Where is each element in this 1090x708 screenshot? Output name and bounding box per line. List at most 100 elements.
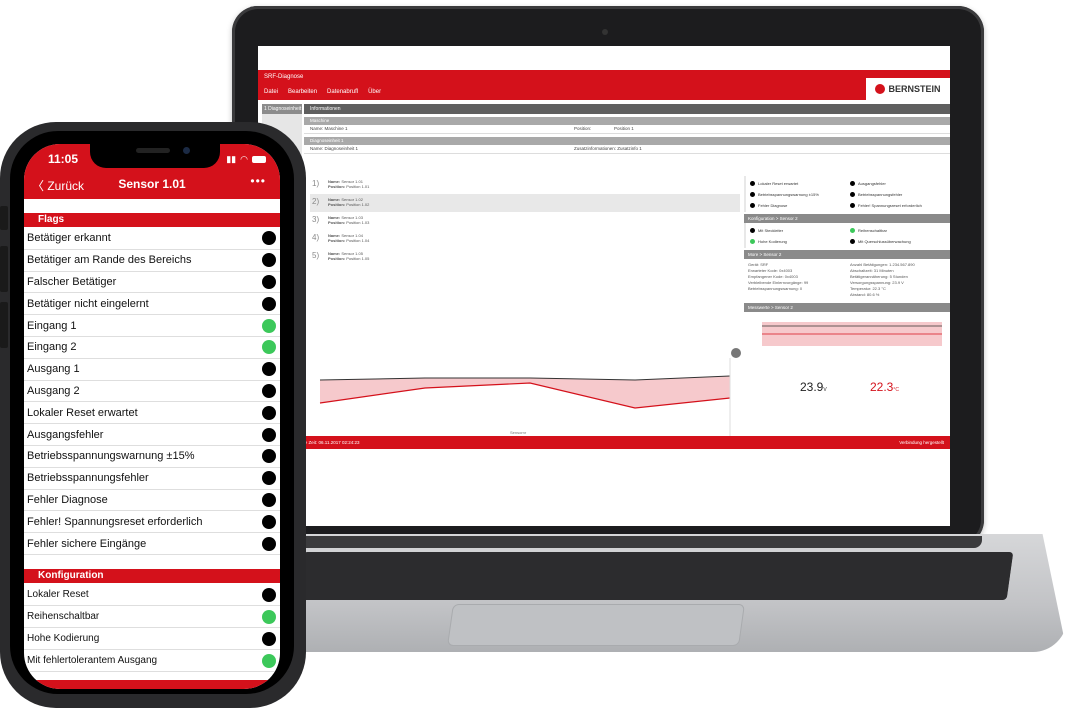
flag-item: Fehler! Spannungsreset erforderlich: [850, 201, 946, 209]
refresh-icon[interactable]: [731, 348, 741, 358]
list-item-label: Eingang 2: [27, 341, 77, 354]
list-item: Ausgang 1: [24, 359, 280, 381]
status-dot-icon: [262, 514, 276, 529]
phone-camera: [183, 147, 190, 154]
list-item-label: Lokaler Reset: [27, 589, 89, 600]
sensor-text: Name: Sensor 1.04 Position: Position 1.04: [328, 233, 369, 243]
status-dot-icon: [262, 318, 276, 333]
diagnoseinheit-name: Name: Diagnoseinheit 1: [310, 146, 359, 151]
laptop-hinge: [292, 536, 982, 548]
gauge-temp: 22.3°C: [870, 380, 899, 394]
sensor-position-label: Position:: [328, 220, 346, 225]
list-item: Ausgangsfehler: [24, 424, 280, 446]
laptop-keyboard: [296, 552, 1014, 600]
status-dot-icon: [850, 180, 855, 186]
list-item-label: Ausgangsfehler: [27, 428, 104, 441]
status-dot-icon: [750, 202, 755, 208]
status-dot-icon: [262, 274, 276, 289]
list-item-label: Ausgang 2: [27, 384, 80, 397]
sensor-flags-grid: Lokaler Reset erwartet Ausgangsfehler Betr…: [744, 176, 950, 212]
flags-list: Betätiger erkannt Betätiger am Rande des …: [24, 228, 280, 555]
konfig-list: Lokaler Reset Reihenschaltbar Hohe Kodieru…: [24, 584, 280, 672]
status-dot-icon: [262, 492, 276, 507]
status-dot-icon: [262, 653, 276, 668]
flag-label: Fehler! Spannungsreset erforderlich: [858, 202, 922, 208]
laptop-trackpad: [447, 604, 745, 646]
status-dot-icon: [262, 587, 276, 602]
diagnoseinheit-header: Diagnoseinheit 1: [304, 137, 950, 145]
more-icon[interactable]: •••: [250, 174, 266, 188]
menu-item-datenabruf[interactable]: Datenabrufl: [327, 89, 358, 95]
status-dot-icon: [262, 631, 276, 646]
flag-label: Mit Querschlussüberwachung: [858, 238, 911, 244]
battery-icon: [252, 156, 266, 163]
list-item: Reihenschaltbar: [24, 606, 280, 628]
status-icons: ▮▮ ◠: [226, 154, 266, 165]
flag-item: Mit Steckleiter: [750, 226, 846, 234]
flag-label: Mit Steckleiter: [758, 227, 784, 233]
sensor-position: Position 1.01: [346, 184, 370, 189]
phone-volume-down: [0, 302, 8, 348]
menubar: Datei Bearbeiten Datenabrufl Über: [258, 84, 950, 100]
gauge-voltage-unit: V: [823, 387, 827, 393]
sensor-position-label: Position:: [328, 184, 346, 189]
menu-item-ueber[interactable]: Über: [368, 89, 381, 95]
menu-item-datei[interactable]: Datei: [264, 89, 278, 95]
list-item: Betätiger erkannt: [24, 228, 280, 250]
list-item-label: Eingang 1: [27, 319, 77, 332]
list-item-label: Fehler Diagnose: [27, 493, 108, 506]
sensor-text: Name: Sensor 1.05 Position: Position 1.05: [328, 251, 369, 261]
list-item-label: Reihenschaltbar: [27, 611, 100, 622]
status-dot-icon: [262, 340, 276, 355]
chart-x-label: Sensornr: [510, 430, 527, 435]
list-item-label: Fehler sichere Eingänge: [27, 537, 147, 550]
status-dot-icon: [262, 609, 276, 624]
tab-diagnoseinheit-1[interactable]: 1 Diagnoseinheit 1: [262, 104, 302, 122]
sensor-text: Name: Sensor 1.01 Position: Position 1.01: [328, 179, 369, 189]
flag-label: Betriebsspannungsfehler: [858, 191, 903, 197]
list-item-label: Betätiger am Rande des Bereichs: [27, 254, 192, 267]
right-panel: Lokaler Reset erwartet Ausgangsfehler Betr…: [744, 176, 950, 402]
sensor-row[interactable]: 4) Name: Sensor 1.04 Position: Position 1.…: [310, 230, 740, 248]
list-item: Betätiger nicht eingelernt: [24, 293, 280, 316]
maschine-row: Name: Maschine 1 Position: Position 1: [304, 125, 950, 134]
list-item-label: Fehler! Spannungsreset erforderlich: [27, 515, 203, 528]
flag-label: Ausgangsfehler: [858, 180, 886, 186]
sensor-position: Position 1.02: [346, 202, 370, 207]
laptop-screen: SRF-Diagnose Datei Bearbeiten Datenabruf…: [258, 46, 950, 526]
flag-item: Reihenschaltbar: [850, 226, 946, 234]
list-item: Lokaler Reset erwartet: [24, 402, 280, 425]
list-item: Lokaler Reset: [24, 584, 280, 606]
phone-mute-switch: [0, 206, 8, 230]
flag-item: Fehler Diagnose: [750, 201, 846, 209]
sensor-row[interactable]: 3) Name: Sensor 1.03 Position: Position 1.…: [310, 212, 740, 230]
menu-item-bearbeiten[interactable]: Bearbeiten: [288, 89, 317, 95]
sensor-number: 1): [312, 179, 320, 188]
list-item-label: Lokaler Reset erwartet: [27, 406, 138, 419]
gauge-voltage-value: 23.9: [800, 380, 824, 394]
list-item: Ausgang 2: [24, 381, 280, 403]
status-dot-icon: [750, 227, 755, 233]
flag-item: Betriebsspannungswarnung ±15%: [750, 190, 846, 198]
bernstein-logo-icon: [875, 84, 886, 94]
maschine-name: Name: Maschine 1: [310, 126, 348, 131]
phone-speaker: [136, 148, 170, 153]
list-item: Betriebsspannungsfehler: [24, 468, 280, 490]
brand-logo: BERNSTEIN: [866, 78, 950, 100]
list-item: Eingang 1: [24, 315, 280, 337]
list-item-label: Falscher Betätiger: [27, 275, 117, 288]
sensor-row[interactable]: 2) Name: Sensor 1.02 Position: Position 1.…: [310, 194, 740, 212]
sensor-row[interactable]: 5) Name: Sensor 1.05 Position: Position 1.…: [310, 248, 740, 266]
konfig-header: Konfiguration > Sensor 2: [744, 214, 950, 223]
flags-header: Flags: [24, 213, 280, 227]
status-dot-icon: [750, 180, 755, 186]
wifi-icon: ◠: [240, 154, 248, 164]
list-item-label: Betriebsspannungswarnung ±15%: [27, 450, 195, 463]
phone-screen: 11:05 ▮▮ ◠ 〈 Zurück Sensor 1.01 ••• Flag…: [24, 144, 280, 689]
status-dot-icon: [850, 191, 855, 197]
flag-item: Lokaler Reset erwartet: [750, 179, 846, 187]
sensor-row[interactable]: 1) Name: Sensor 1.01 Position: Position 1.…: [310, 176, 740, 194]
list-item: Betriebsspannungswarnung ±15%: [24, 446, 280, 468]
signal-icon: ▮▮: [226, 154, 237, 164]
diagnoseinheit-zusatz: Zusatzinformationen: Zusatzinfo 1: [574, 146, 642, 151]
